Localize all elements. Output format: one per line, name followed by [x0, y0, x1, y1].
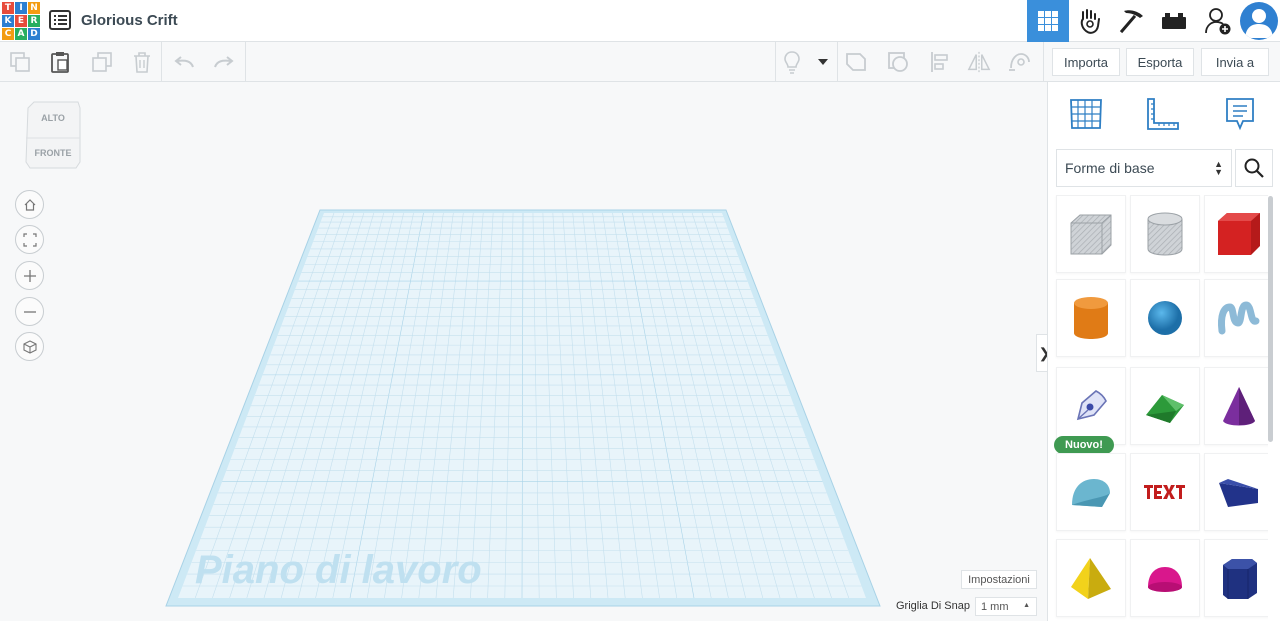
perspective-button[interactable]	[15, 332, 44, 361]
box-hole-icon	[1070, 214, 1112, 255]
bricks-button[interactable]	[1153, 0, 1195, 42]
red-box-icon	[1218, 213, 1260, 255]
shape-tile-wedge[interactable]	[1204, 453, 1268, 531]
pickaxe-icon	[1119, 10, 1143, 34]
viewcube-top-label[interactable]: ALTO	[24, 113, 82, 123]
shape-tile-box[interactable]	[1204, 195, 1268, 273]
hand-icon	[1080, 9, 1100, 34]
shape-tile-shape-generator[interactable]	[1056, 367, 1126, 445]
shape-tile-scribble[interactable]	[1204, 279, 1268, 357]
shape-tile-sphere[interactable]	[1130, 279, 1200, 357]
green-roof-icon	[1146, 395, 1184, 423]
user-avatar[interactable]	[1240, 2, 1278, 40]
export-button[interactable]: Esporta	[1126, 48, 1194, 76]
caret-up-icon: ▲	[1023, 602, 1030, 609]
navy-wedge-icon	[1219, 479, 1258, 507]
home-icon	[24, 198, 35, 211]
shape-tile-polygon[interactable]	[1204, 539, 1268, 617]
workplane-grid-icon	[1070, 99, 1102, 129]
snap-grid-label: Griglia Di Snap	[896, 600, 970, 612]
updown-icon: ▲ ▼	[1214, 159, 1223, 177]
codeblocks-button[interactable]	[1069, 0, 1111, 42]
navy-polygon-icon	[1223, 559, 1257, 599]
invite-user-button[interactable]	[1197, 0, 1239, 42]
notes-tool-button[interactable]	[1220, 94, 1260, 134]
viewcube-front-label[interactable]: FRONTE	[24, 148, 82, 158]
minus-icon	[23, 310, 36, 313]
search-icon	[1244, 158, 1264, 178]
blue-sphere-icon	[1148, 301, 1182, 335]
yellow-pyramid-icon	[1071, 558, 1111, 599]
shape-search-button[interactable]	[1235, 149, 1273, 187]
pen-icon	[1076, 390, 1107, 421]
shape-tile-text[interactable]	[1130, 453, 1200, 531]
magenta-half-sphere-icon	[1148, 567, 1182, 592]
zoom-in-button[interactable]	[15, 261, 44, 290]
shape-tile-half-sphere[interactable]	[1130, 539, 1200, 617]
plus-icon	[23, 269, 36, 282]
workplane-tool-button[interactable]	[1066, 94, 1106, 134]
shape-tile-cylinder[interactable]	[1056, 279, 1126, 357]
shape-category-select[interactable]: Forme di base ▲ ▼	[1056, 149, 1232, 187]
shapes-panel: Forme di base ▲ ▼ Nuovo!	[1047, 82, 1280, 621]
view-cube[interactable]: ALTO FRONTE	[24, 100, 82, 170]
note-icon	[1226, 98, 1254, 131]
zoom-out-button[interactable]	[15, 297, 44, 326]
snap-grid-value: 1 mm	[981, 600, 1009, 613]
workplane[interactable]	[0, 0, 1047, 621]
settings-button[interactable]: Impostazioni	[961, 570, 1037, 589]
import-button[interactable]: Importa	[1052, 48, 1120, 76]
fit-icon	[22, 232, 37, 247]
workplane-label: Piano di lavoro	[195, 548, 482, 592]
snap-grid-select[interactable]: 1 mm ▲	[975, 597, 1037, 616]
send-to-button[interactable]: Invia a	[1201, 48, 1269, 76]
orange-cylinder-icon	[1074, 297, 1108, 339]
ruler-tool-button[interactable]	[1143, 94, 1183, 134]
cube-icon	[22, 339, 37, 354]
shape-library: Nuovo!	[1054, 195, 1268, 621]
ruler-icon	[1147, 98, 1179, 130]
purple-cone-icon	[1223, 387, 1255, 426]
cylinder-hole-icon	[1147, 212, 1183, 256]
scribble-icon	[1218, 301, 1260, 335]
shape-tile-roof[interactable]	[1130, 367, 1200, 445]
shape-tile-round-roof[interactable]	[1056, 453, 1126, 531]
panel-scrollbar[interactable]	[1268, 196, 1273, 442]
shape-tile-cylinder-hole[interactable]	[1130, 195, 1200, 273]
brick-icon	[1162, 13, 1186, 29]
add-user-icon	[1205, 8, 1231, 35]
round-roof-icon	[1072, 479, 1110, 507]
new-badge: Nuovo!	[1054, 436, 1114, 454]
fit-view-button[interactable]	[15, 225, 44, 254]
home-view-button[interactable]	[15, 190, 44, 219]
minecraft-button[interactable]	[1111, 0, 1153, 42]
shape-tile-box-hole[interactable]	[1056, 195, 1126, 273]
shape-tile-pyramid[interactable]	[1056, 539, 1126, 617]
red-text-icon	[1144, 485, 1185, 499]
shape-category-value: Forme di base	[1065, 160, 1155, 176]
shape-tile-cone[interactable]	[1204, 367, 1268, 445]
